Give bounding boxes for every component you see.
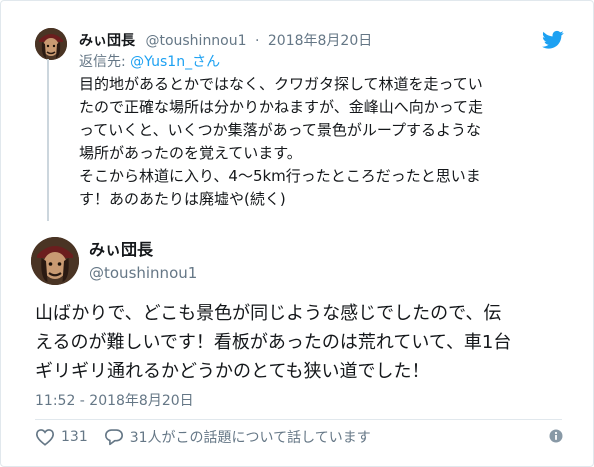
action-bar: 131 31人がこの話題について話しています — [35, 426, 371, 448]
main-avatar[interactable] — [31, 237, 79, 285]
parent-header: みぃ団長 @toushinnou1 · 2018年8月20日 — [79, 31, 372, 51]
parent-text-line: たので正確な場所は分かりかねますが、金峰山へ向かって走 — [79, 98, 483, 116]
parent-separator: · — [254, 33, 260, 49]
divider — [35, 419, 562, 420]
parent-text-line: そこから林道に入り、4〜5km行ったところだったと思いま — [79, 167, 481, 185]
heart-icon — [35, 429, 55, 446]
parent-tweet-text: 目的地があるとかではなく、クワガタ探して林道を走ってい たので正確な場所は分かり… — [79, 73, 569, 211]
parent-text-line: 場所があったのを覚えています。 — [79, 144, 302, 162]
info-icon[interactable] — [549, 429, 563, 443]
parent-text-line: す！あのあたりは廃墟や(続く) — [79, 190, 286, 208]
main-text-line: 山ばかりで、どこも景色が同じような感じでしたので、伝 — [35, 303, 502, 324]
main-tweet-text: 山ばかりで、どこも景色が同じような感じでしたので、伝 えるのが難しいです！看板が… — [35, 299, 580, 386]
parent-date[interactable]: 2018年8月20日 — [268, 33, 372, 49]
main-author-name[interactable]: みぃ団長 — [89, 240, 153, 260]
avatar-image — [35, 28, 67, 60]
parent-text-line: 目的地があるとかではなく、クワガタ探して林道を走ってい — [79, 75, 483, 93]
main-author-handle[interactable]: @toushinnou1 — [89, 263, 197, 283]
main-text-line: ギリギリ通れるかどうかのとても狭い道でした！ — [35, 361, 430, 382]
twitter-bird-icon[interactable] — [542, 30, 564, 50]
reply-prefix: 返信先: — [79, 54, 131, 70]
main-timestamp[interactable]: 11:52 - 2018年8月20日 — [35, 391, 194, 411]
reply-context: 返信先: @Yus1n_さん — [79, 52, 220, 72]
speech-bubble-icon — [104, 429, 123, 446]
reply-to-link[interactable]: @Yus1n_さん — [130, 54, 220, 70]
embedded-tweet-card: みぃ団長 @toushinnou1 · 2018年8月20日 返信先: @Yus… — [0, 0, 594, 467]
parent-text-line: っていくと、いくつか集落があって景色がループするような — [79, 121, 482, 139]
parent-author-handle[interactable]: @toushinnou1 — [145, 33, 246, 49]
conversation-link[interactable]: 31人がこの話題について話しています — [104, 427, 371, 447]
like-button[interactable]: 131 — [35, 428, 88, 446]
parent-avatar[interactable] — [35, 28, 67, 60]
parent-author-name[interactable]: みぃ団長 — [79, 33, 135, 49]
avatar-image — [31, 237, 79, 285]
main-text-line: えるのが難しいです！看板があったのは荒れていて、車1台 — [35, 332, 512, 353]
like-count: 131 — [61, 429, 88, 445]
conversation-label: 31人がこの話題について話しています — [129, 430, 371, 446]
thread-connector — [47, 59, 49, 221]
